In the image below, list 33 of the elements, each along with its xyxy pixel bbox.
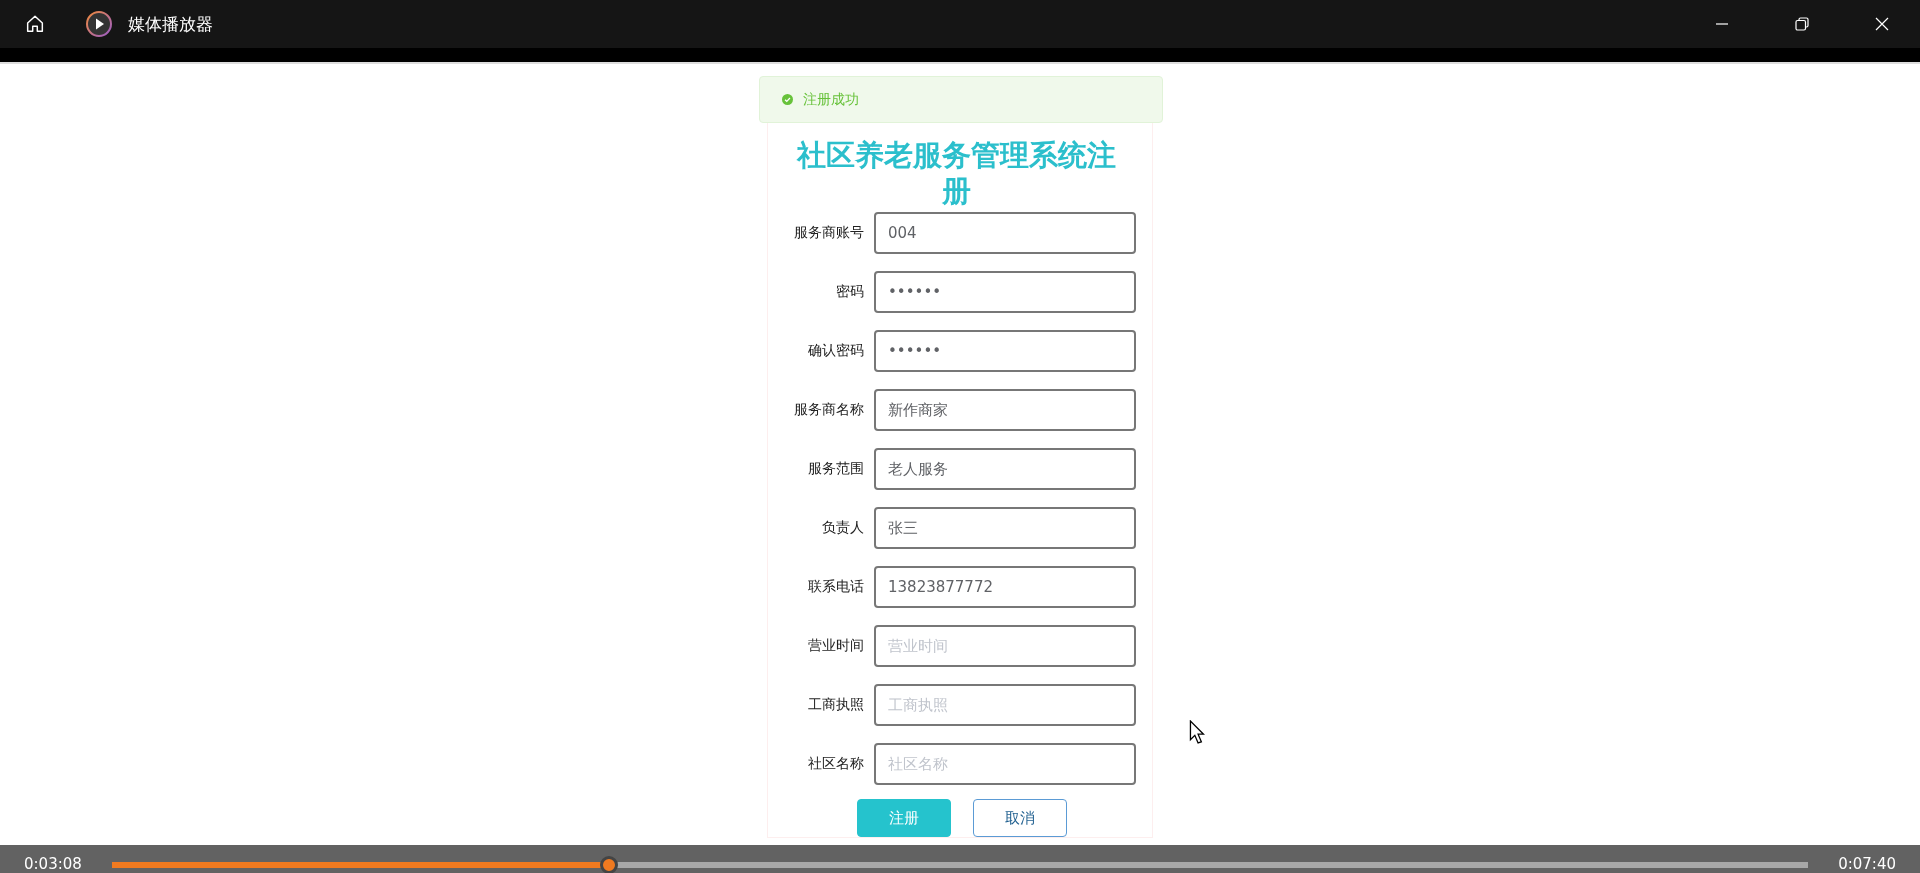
field-label: 负责人	[821, 519, 865, 537]
input-field[interactable]: 新作商家	[874, 389, 1136, 431]
input-field[interactable]: 13823877772	[874, 566, 1136, 608]
field-label: 社区名称	[807, 755, 865, 773]
home-icon[interactable]	[24, 13, 46, 35]
elapsed-time: 0:03:08	[24, 854, 82, 873]
field-label: 密码	[835, 283, 865, 301]
progress-thumb[interactable]	[599, 856, 618, 873]
window-title: 媒体播放器	[128, 12, 213, 36]
input-field[interactable]: ••••••	[874, 330, 1136, 372]
toast-message: 注册成功	[802, 90, 859, 109]
input-field[interactable]: 社区名称	[874, 743, 1136, 785]
input-field[interactable]: 营业时间	[874, 625, 1136, 667]
close-icon[interactable]	[1874, 16, 1890, 32]
field-label: 确认密码	[807, 342, 865, 360]
field-label: 营业时间	[807, 637, 865, 655]
total-time: 0:07:40	[1838, 854, 1896, 873]
check-circle-icon	[781, 94, 793, 105]
form-title: 社区养老服务管理系统注册	[795, 137, 1117, 209]
input-field[interactable]: 工商执照	[874, 684, 1136, 726]
restore-icon[interactable]	[1794, 16, 1810, 32]
field-label: 工商执照	[807, 696, 865, 714]
input-field[interactable]: 老人服务	[874, 448, 1136, 490]
field-label: 服务商名称	[793, 401, 865, 419]
field-label: 联系电话	[807, 578, 865, 596]
mouse-pointer-icon	[1189, 720, 1205, 744]
input-field[interactable]: ••••••	[874, 271, 1136, 313]
play-logo-icon	[86, 11, 112, 37]
input-field[interactable]: 张三	[874, 507, 1136, 549]
field-label: 服务范围	[807, 460, 865, 478]
cancel-button[interactable]: 取消	[973, 799, 1067, 837]
field-label: 服务商账号	[793, 224, 865, 242]
input-field[interactable]: 004	[874, 212, 1136, 254]
